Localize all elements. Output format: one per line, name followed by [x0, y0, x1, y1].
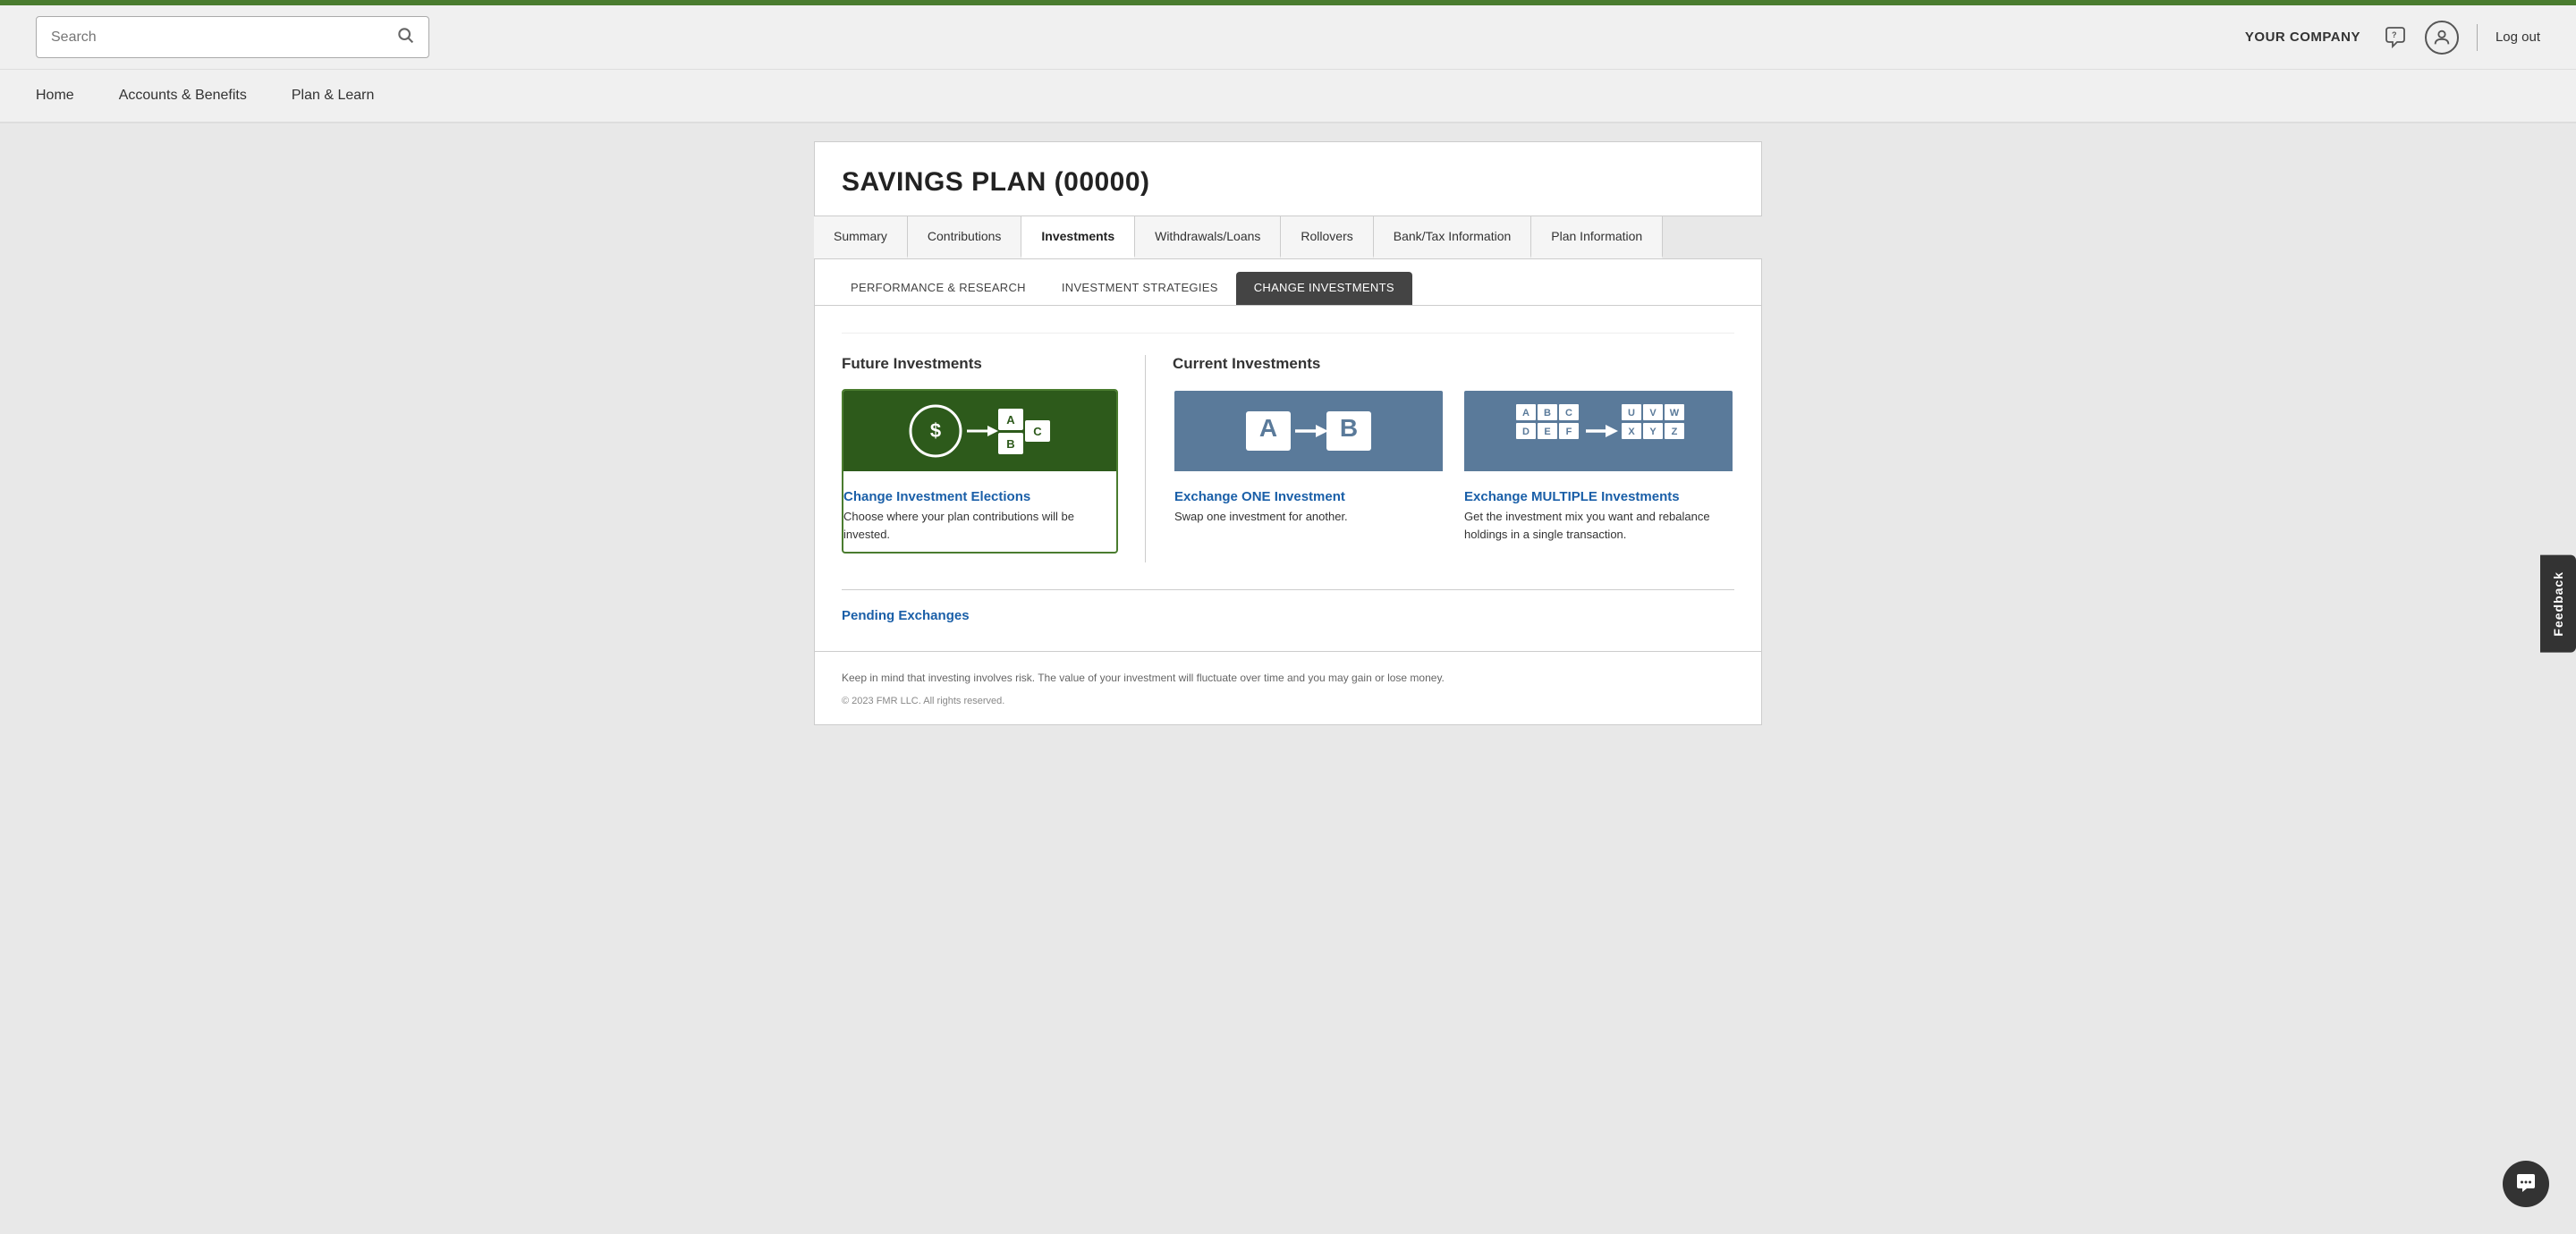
search-input[interactable] [51, 30, 396, 46]
svg-text:A: A [1006, 413, 1015, 427]
help-chat-icon[interactable]: ? [2378, 21, 2412, 55]
change-elections-desc: Choose where your plan contributions wil… [843, 508, 1116, 543]
header-divider [2477, 24, 2478, 51]
disclaimer-text: Keep in mind that investing involves ris… [842, 670, 1734, 687]
feedback-button[interactable]: Feedback [2540, 555, 2576, 653]
exchange-multiple-card[interactable]: A B C D E [1462, 389, 1734, 554]
sub-tab-strategies[interactable]: INVESTMENT STRATEGIES [1044, 272, 1236, 305]
sub-tabs: PERFORMANCE & RESEARCH INVESTMENT STRATE… [814, 259, 1762, 306]
logout-button[interactable]: Log out [2496, 30, 2540, 45]
disclaimer-area: Keep in mind that investing involves ris… [814, 652, 1762, 725]
investments-grid: Future Investments $ [842, 355, 1734, 562]
nav-accounts-benefits[interactable]: Accounts & Benefits [119, 70, 247, 122]
header: YOUR COMPANY ? Log out [0, 5, 2576, 70]
exchange-multiple-image: A B C D E [1464, 391, 1733, 471]
svg-text:F: F [1566, 427, 1572, 437]
tab-bank-tax[interactable]: Bank/Tax Information [1374, 216, 1532, 258]
search-icon [396, 26, 414, 48]
sub-tab-performance[interactable]: PERFORMANCE & RESEARCH [833, 272, 1044, 305]
svg-text:Z: Z [1672, 427, 1678, 437]
user-profile-icon[interactable] [2425, 21, 2459, 55]
change-elections-card[interactable]: $ A B C [842, 389, 1118, 554]
svg-text:A: A [1259, 414, 1277, 442]
sub-tab-change[interactable]: CHANGE INVESTMENTS [1236, 272, 1412, 305]
tab-summary[interactable]: Summary [814, 216, 908, 258]
svg-text:B: B [1544, 408, 1551, 418]
pending-section: Pending Exchanges [842, 589, 1734, 624]
svg-text:W: W [1670, 408, 1680, 418]
header-icons: ? [2378, 21, 2459, 55]
search-bar[interactable] [36, 16, 429, 58]
svg-text:$: $ [929, 419, 940, 442]
main-tabs: Summary Contributions Investments Withdr… [814, 216, 1762, 259]
content-divider [842, 333, 1734, 334]
header-right: YOUR COMPANY ? Log out [2245, 21, 2540, 55]
svg-text:A: A [1522, 408, 1530, 418]
exchange-one-card[interactable]: A B [1173, 389, 1445, 554]
exchange-multiple-content: Exchange MULTIPLE Investments Get the in… [1464, 471, 1733, 552]
main-nav: Home Accounts & Benefits Plan & Learn [0, 70, 2576, 123]
future-investments-title: Future Investments [842, 355, 1118, 373]
svg-text:E: E [1544, 427, 1550, 437]
svg-text:V: V [1649, 408, 1657, 418]
exchange-one-image: A B [1174, 391, 1443, 471]
exchange-one-desc: Swap one investment for another. [1174, 508, 1443, 526]
nav-plan-learn[interactable]: Plan & Learn [292, 70, 375, 122]
chat-bubble-button[interactable] [2503, 1161, 2549, 1207]
svg-text:C: C [1033, 425, 1042, 438]
tab-withdrawals[interactable]: Withdrawals/Loans [1135, 216, 1281, 258]
pending-exchanges-link[interactable]: Pending Exchanges [842, 608, 970, 623]
company-name: YOUR COMPANY [2245, 30, 2360, 45]
current-cards-grid: A B [1173, 389, 1734, 562]
svg-text:Y: Y [1649, 427, 1657, 437]
svg-text:D: D [1522, 427, 1530, 437]
plan-title-area: SAVINGS PLAN (00000) [814, 141, 1762, 216]
main-content: SAVINGS PLAN (00000) Summary Contributio… [814, 123, 1762, 725]
nav-home[interactable]: Home [36, 70, 74, 122]
tab-contributions[interactable]: Contributions [908, 216, 1022, 258]
current-investments-section: Current Investments A [1146, 355, 1734, 562]
svg-text:X: X [1628, 427, 1635, 437]
content-area: Future Investments $ [814, 306, 1762, 652]
tab-plan-info[interactable]: Plan Information [1531, 216, 1663, 258]
future-investments-section: Future Investments $ [842, 355, 1146, 562]
feedback-wrapper: Feedback [2540, 555, 2576, 653]
exchange-multiple-desc: Get the investment mix you want and reba… [1464, 508, 1733, 543]
current-investments-title: Current Investments [1173, 355, 1734, 373]
copyright-text: © 2023 FMR LLC. All rights reserved. [842, 696, 1734, 706]
change-elections-title[interactable]: Change Investment Elections [843, 489, 1116, 504]
exchange-one-content: Exchange ONE Investment Swap one investm… [1174, 471, 1443, 535]
change-elections-image: $ A B C [843, 391, 1116, 471]
svg-text:B: B [1006, 437, 1014, 451]
tab-rollovers[interactable]: Rollovers [1281, 216, 1373, 258]
plan-title: SAVINGS PLAN (00000) [842, 167, 1734, 198]
svg-text:?: ? [2392, 30, 2397, 39]
exchange-one-title[interactable]: Exchange ONE Investment [1174, 489, 1443, 504]
svg-text:U: U [1628, 408, 1635, 418]
change-elections-content: Change Investment Elections Choose where… [843, 471, 1116, 552]
svg-text:C: C [1565, 408, 1572, 418]
svg-text:B: B [1340, 414, 1358, 442]
exchange-multiple-title[interactable]: Exchange MULTIPLE Investments [1464, 489, 1733, 504]
tab-investments[interactable]: Investments [1021, 216, 1135, 258]
